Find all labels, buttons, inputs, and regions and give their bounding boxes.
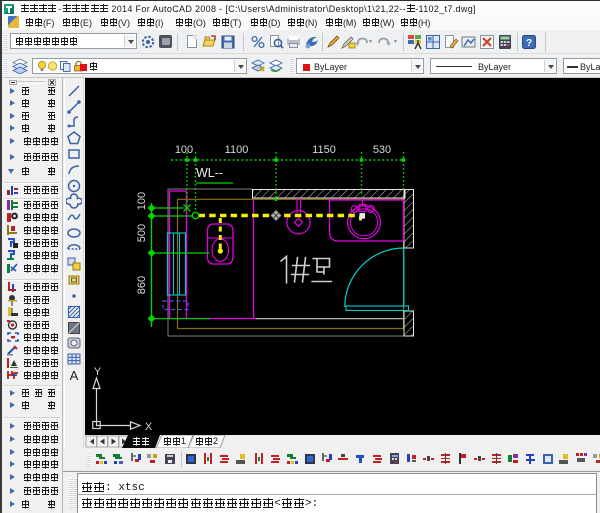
svg-text:A: A [69,368,78,383]
svg-text:500: 500 [136,224,148,242]
svg-text:Y: Y [94,366,102,378]
svg-text:1100: 1100 [225,144,249,156]
svg-text:100: 100 [136,192,148,210]
svg-text:X: X [145,421,153,433]
svg-text:100: 100 [175,144,193,156]
svg-text:?: ? [526,38,532,49]
svg-text:1150: 1150 [312,144,336,156]
svg-text:860: 860 [136,276,148,294]
svg-text:WL--: WL-- [196,166,223,180]
svg-text:530: 530 [373,144,391,156]
